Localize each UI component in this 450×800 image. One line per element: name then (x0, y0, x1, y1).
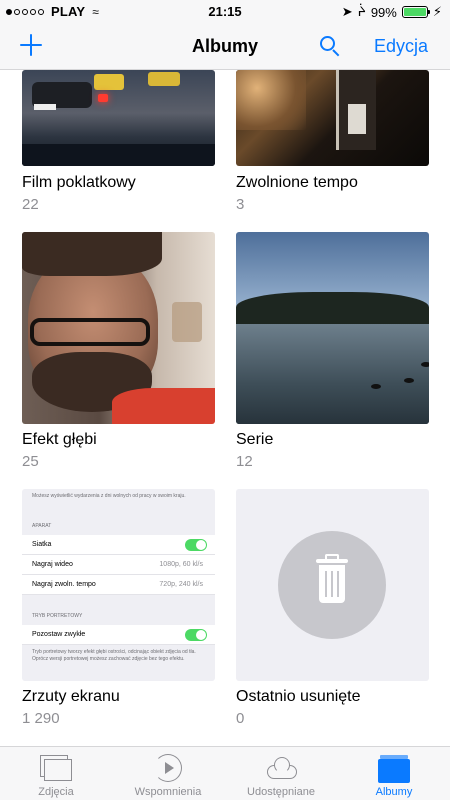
trash-icon (278, 531, 386, 639)
album-title: Serie (236, 431, 274, 448)
album-thumbnail[interactable] (236, 489, 429, 681)
tab-albums[interactable]: Albumy (338, 747, 450, 800)
cloud-icon (265, 753, 297, 783)
album-title: Film poklatkowy (22, 174, 136, 191)
edit-button[interactable]: Edycja (374, 36, 428, 57)
status-bar: PLAY ≈ 21:15 ➤ ᔩ 99% ⚡ (0, 0, 450, 24)
location-icon: ➤ (341, 4, 353, 19)
tab-bar: Zdjęcia Wspomnienia Udostępniane Albumy (0, 746, 450, 800)
tab-label: Zdjęcia (38, 786, 74, 798)
album-thumbnail[interactable] (236, 70, 429, 166)
tab-shared[interactable]: Udostępniane (225, 747, 337, 800)
album-title: Zrzuty ekranu (22, 688, 120, 705)
charging-icon: ⚡ (432, 4, 442, 19)
album-count: 0 (236, 710, 245, 727)
albums-icon (378, 753, 410, 783)
navigation-bar: Albumy Edycja (0, 24, 450, 70)
album-count: 1 290 (22, 710, 60, 727)
album-thumbnail[interactable] (236, 232, 429, 424)
status-right: ➤ ᔩ 99% ⚡ (342, 4, 442, 20)
album-thumbnail[interactable] (22, 232, 215, 424)
album-thumbnail[interactable] (22, 70, 215, 166)
memories-icon (152, 753, 184, 783)
tab-label: Albumy (375, 786, 413, 798)
album-count: 12 (236, 453, 253, 470)
album-count: 22 (22, 196, 39, 213)
album-count: 3 (236, 196, 245, 213)
photos-icon (40, 753, 72, 783)
albums-grid: Film poklatkowy 22 Zwolnione tempo 3 Efe… (0, 70, 450, 746)
search-button[interactable] (318, 34, 342, 58)
album-title: Efekt głębi (22, 431, 97, 448)
album-title: Zwolnione tempo (236, 174, 358, 191)
tab-memories[interactable]: Wspomnienia (112, 747, 224, 800)
battery-percent: 99% (370, 4, 397, 20)
battery-icon (401, 6, 430, 18)
album-thumbnail[interactable]: Możesz wyświetlić wydarzenia z dni wolny… (22, 489, 215, 681)
tab-label: Udostępniane (247, 786, 315, 798)
album-title: Ostatnio usunięte (236, 688, 361, 705)
album-count: 25 (22, 453, 39, 470)
tab-label: Wspomnienia (134, 786, 202, 798)
tab-photos[interactable]: Zdjęcia (0, 747, 112, 800)
bluetooth-icon: ᔩ (357, 4, 366, 19)
